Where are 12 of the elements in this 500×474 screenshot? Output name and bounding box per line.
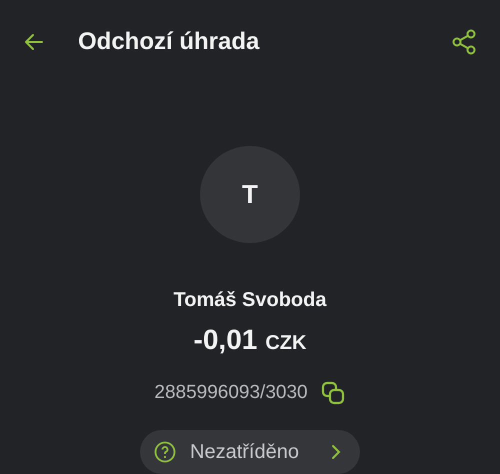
copy-icon[interactable] [320,380,346,406]
avatar: T [200,146,300,243]
chevron-icon [330,443,342,461]
page-title: Odchozí úhrada [78,28,260,56]
counterparty-name: Tomáš Svoboda [174,289,326,312]
question-icon [154,441,176,463]
currency: CZK [265,332,306,355]
share-icon[interactable] [450,28,478,56]
account-number: 2885996093/3030 [154,382,308,404]
category-chip[interactable]: Nezatříděno [140,430,360,474]
category-label: Nezatříděno [190,440,300,464]
amount: -0,01 [194,324,258,356]
